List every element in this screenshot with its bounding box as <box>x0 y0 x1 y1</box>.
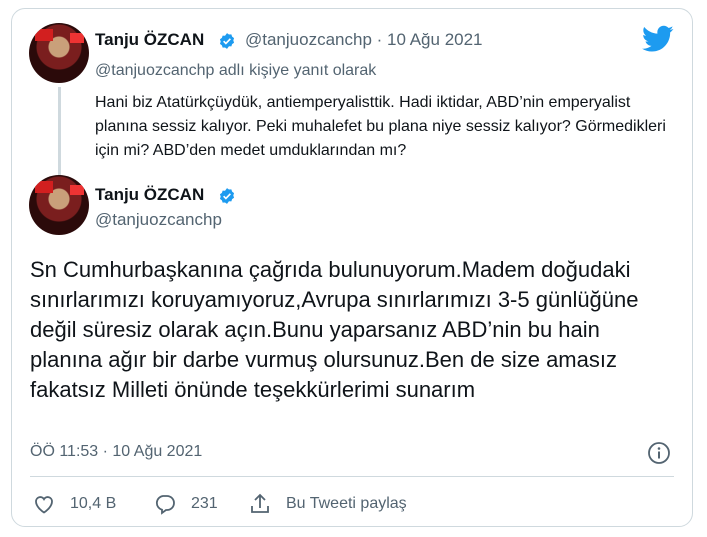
author-name[interactable]: Tanju ÖZCAN <box>95 185 204 205</box>
avatar[interactable] <box>29 175 89 235</box>
twitter-bird-icon[interactable] <box>642 25 674 53</box>
verified-badge-icon <box>219 33 235 49</box>
avatar[interactable] <box>29 23 89 83</box>
reply-icon <box>155 495 175 515</box>
share-icon <box>251 493 269 513</box>
tweet-card: Tanju ÖZCAN @tanjuozcanchp · 10 Ağu 2021… <box>11 8 693 527</box>
share-button[interactable]: Bu Tweeti paylaş <box>248 492 407 516</box>
divider <box>30 476 674 477</box>
reply-count: 231 <box>191 495 218 512</box>
like-button[interactable]: 10,4 B <box>32 492 116 516</box>
verified-badge-icon <box>219 188 235 204</box>
tweet-date[interactable]: · 10 Ağu 2021 <box>377 30 483 49</box>
thread-line <box>58 87 61 177</box>
info-icon[interactable] <box>647 441 671 465</box>
reply-button[interactable]: 231 <box>153 492 218 516</box>
main-tweet-text: Sn Cumhurbaşkanına çağrıda bulunuyorum.M… <box>30 257 639 402</box>
heart-icon <box>35 496 53 514</box>
author-handle[interactable]: @tanjuozcanchp <box>95 210 222 230</box>
reply-tweet-text: Hani biz Atatürkçüydük, antiemperyalistt… <box>95 94 666 159</box>
reply-to-label[interactable]: @tanjuozcanchp adlı kişiye yanıt olarak <box>95 62 376 80</box>
like-count: 10,4 B <box>70 495 117 512</box>
share-label: Bu Tweeti paylaş <box>286 495 407 512</box>
tweet-timestamp[interactable]: ÖÖ 11:53 · 10 Ağu 2021 <box>30 443 202 461</box>
author-name[interactable]: Tanju ÖZCAN <box>95 30 204 50</box>
author-handle[interactable]: @tanjuozcanchp · 10 Ağu 2021 <box>245 30 483 50</box>
